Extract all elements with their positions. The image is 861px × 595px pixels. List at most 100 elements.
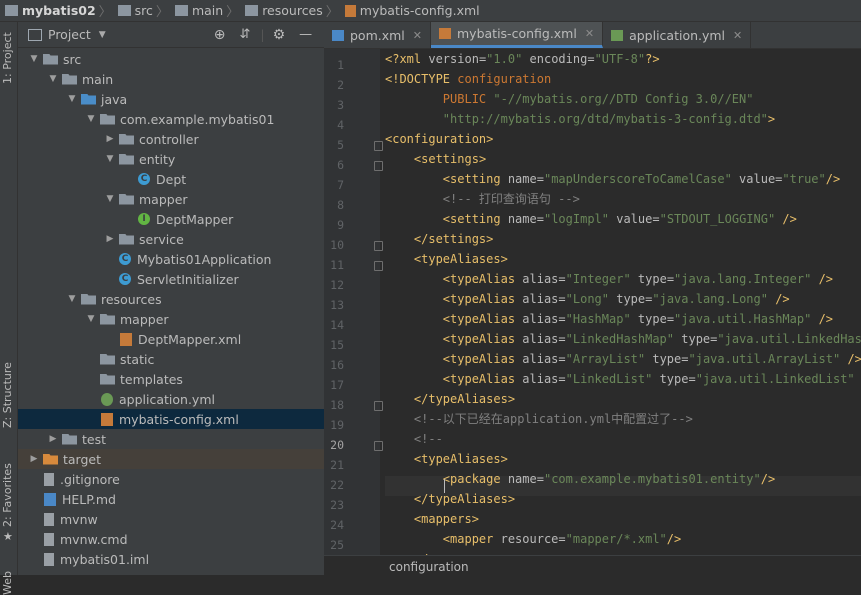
code-line: </typeAliases> (385, 489, 515, 509)
tree-item[interactable]: C Dept (18, 169, 324, 189)
folder-icon (43, 53, 58, 65)
code-text: <typeAlias alias="LinkedHashMap" type="j… (442, 332, 861, 346)
text-caret (444, 479, 445, 493)
tree-item[interactable]: mybatis-config.xml (18, 409, 324, 429)
collapsed-arrow-icon[interactable]: ▶ (104, 234, 116, 244)
tree-item[interactable]: ▼ com.example.mybatis01 (18, 109, 324, 129)
package-icon (100, 113, 115, 125)
editor-tab[interactable]: application.yml ✕ (603, 22, 752, 48)
collapse-icon[interactable]: ⇵ (239, 27, 250, 42)
editor-tab[interactable]: mybatis-config.xml ✕ (431, 22, 604, 48)
expanded-arrow-icon[interactable]: ▼ (66, 294, 78, 304)
breadcrumb-item[interactable]: src (113, 3, 155, 18)
tree-item[interactable]: ▶ service (18, 229, 324, 249)
code-text: </typeAliases> (413, 392, 516, 406)
tree-item[interactable]: ▶ test (18, 429, 324, 449)
tree-item-label: mapper (139, 191, 188, 207)
structure-tool-tab[interactable]: Z: Structure (1, 362, 14, 428)
fold-marker-icon[interactable] (374, 261, 383, 271)
xml-path-breadcrumb[interactable]: configuration (389, 560, 469, 574)
interface-icon: I (138, 213, 150, 225)
tree-item[interactable]: HELP.md (18, 489, 324, 509)
tree-item[interactable]: ▼ mapper (18, 309, 324, 329)
gear-icon[interactable]: ⚙ (273, 27, 286, 43)
code-line: <typeAlias alias="HashMap" type="java.ut… (385, 309, 833, 329)
code-editor[interactable]: <?xml version="1.0" encoding="UTF-8"?> <!… (385, 49, 861, 575)
tree-item[interactable]: I DeptMapper (18, 209, 324, 229)
tree-item-label: ServletInitializer (137, 271, 239, 287)
expanded-arrow-icon[interactable]: ▼ (85, 114, 97, 124)
collapsed-arrow-icon[interactable]: ▶ (104, 134, 116, 144)
target-icon[interactable]: ⊕ (214, 27, 226, 43)
favorites-tool-tab[interactable]: 2: Favorites (1, 463, 14, 527)
tree-item[interactable]: static (18, 349, 324, 369)
editor-tab[interactable]: pom.xml ✕ (324, 22, 431, 48)
line-number: 15 (330, 338, 344, 352)
tree-item-label: mybatis01.iml (60, 551, 150, 567)
project-panel-title[interactable]: Project (48, 27, 91, 42)
tree-item[interactable]: C ServletInitializer (18, 269, 324, 289)
expanded-arrow-icon[interactable]: ▼ (28, 54, 40, 64)
breadcrumb-item[interactable]: mybatis02 (0, 3, 98, 18)
breadcrumb-item[interactable]: mybatis-config.xml (340, 3, 482, 18)
tree-item[interactable]: ▼ resources (18, 289, 324, 309)
minimize-icon[interactable]: — (299, 27, 312, 42)
code-text: <mapper resource="mapper/*.xml"/> (442, 532, 682, 546)
line-number: 20 (330, 438, 344, 452)
expanded-arrow-icon[interactable]: ▼ (85, 314, 97, 324)
code-line: <configuration> (385, 129, 493, 149)
expanded-arrow-icon[interactable]: ▼ (104, 194, 116, 204)
tree-item[interactable]: ▼ entity (18, 149, 324, 169)
tree-item[interactable]: ▼ main (18, 69, 324, 89)
tab-label: mybatis-config.xml (457, 26, 577, 41)
collapsed-arrow-icon[interactable]: ▶ (28, 454, 40, 464)
chevron-down-icon[interactable]: ▼ (99, 30, 106, 40)
tree-item[interactable]: ▶ controller (18, 129, 324, 149)
star-icon: ★ (3, 530, 13, 543)
breadcrumb-label: src (134, 3, 153, 18)
tree-item[interactable]: mybatis01.iml (18, 549, 324, 569)
fold-marker-icon[interactable] (374, 401, 383, 411)
fold-marker-icon[interactable] (374, 241, 383, 251)
tree-item[interactable]: ▼ mapper (18, 189, 324, 209)
tree-item[interactable]: ▼ src (18, 49, 324, 69)
code-text: <setting name="mapUnderscoreToCamelCase"… (442, 172, 841, 186)
breadcrumb-label: resources (262, 3, 323, 18)
tree-item-label: entity (139, 151, 176, 167)
fold-marker-icon[interactable] (374, 161, 383, 171)
expanded-arrow-icon[interactable]: ▼ (47, 74, 59, 84)
close-icon[interactable]: ✕ (413, 29, 422, 42)
folder-icon (174, 5, 188, 16)
code-line: PUBLIC "-//mybatis.org//DTD Config 3.0//… (385, 89, 754, 109)
breadcrumb-item[interactable]: main (170, 3, 225, 18)
close-icon[interactable]: ✕ (733, 29, 742, 42)
project-tool-tab[interactable]: 1: Project (1, 32, 14, 84)
tree-item[interactable]: application.yml (18, 389, 324, 409)
tree-item[interactable]: mvnw (18, 509, 324, 529)
tree-item[interactable]: DeptMapper.xml (18, 329, 324, 349)
tree-item-label: Dept (156, 171, 187, 187)
code-text: <setting name="logImpl" value="STDOUT_LO… (442, 212, 797, 226)
tree-item[interactable]: .gitignore (18, 469, 324, 489)
code-line: "http://mybatis.org/dtd/mybatis-3-config… (385, 109, 775, 129)
breadcrumb-item[interactable]: resources (240, 3, 325, 18)
expanded-arrow-icon[interactable]: ▼ (66, 94, 78, 104)
expanded-arrow-icon[interactable]: ▼ (104, 154, 116, 164)
tree-item[interactable]: templates (18, 369, 324, 389)
tree-item-label: controller (139, 131, 199, 147)
fold-marker-icon[interactable] (374, 441, 383, 451)
tree-item[interactable]: ▼ java (18, 89, 324, 109)
code-text: <typeAliases> (413, 252, 508, 266)
code-line: <setting name="mapUnderscoreToCamelCase"… (385, 169, 840, 189)
code-line: <!DOCTYPE configuration (385, 69, 551, 89)
tree-item-label: target (63, 451, 102, 467)
tree-item[interactable]: mvnw.cmd (18, 529, 324, 549)
line-number-gutter[interactable]: 1 2 3 4 5 6 7 8 9 10 11 12 13 14 15 16 17 18 19 20 21 22 23 24 2… (324, 49, 383, 575)
collapsed-arrow-icon[interactable]: ▶ (47, 434, 59, 444)
tree-item-label: templates (120, 371, 183, 387)
tree-item-label: resources (101, 291, 162, 307)
tree-item[interactable]: C Mybatis01Application (18, 249, 324, 269)
fold-marker-icon[interactable] (374, 141, 383, 151)
tree-item[interactable]: ▶ target (18, 449, 324, 469)
close-icon[interactable]: ✕ (585, 27, 594, 40)
